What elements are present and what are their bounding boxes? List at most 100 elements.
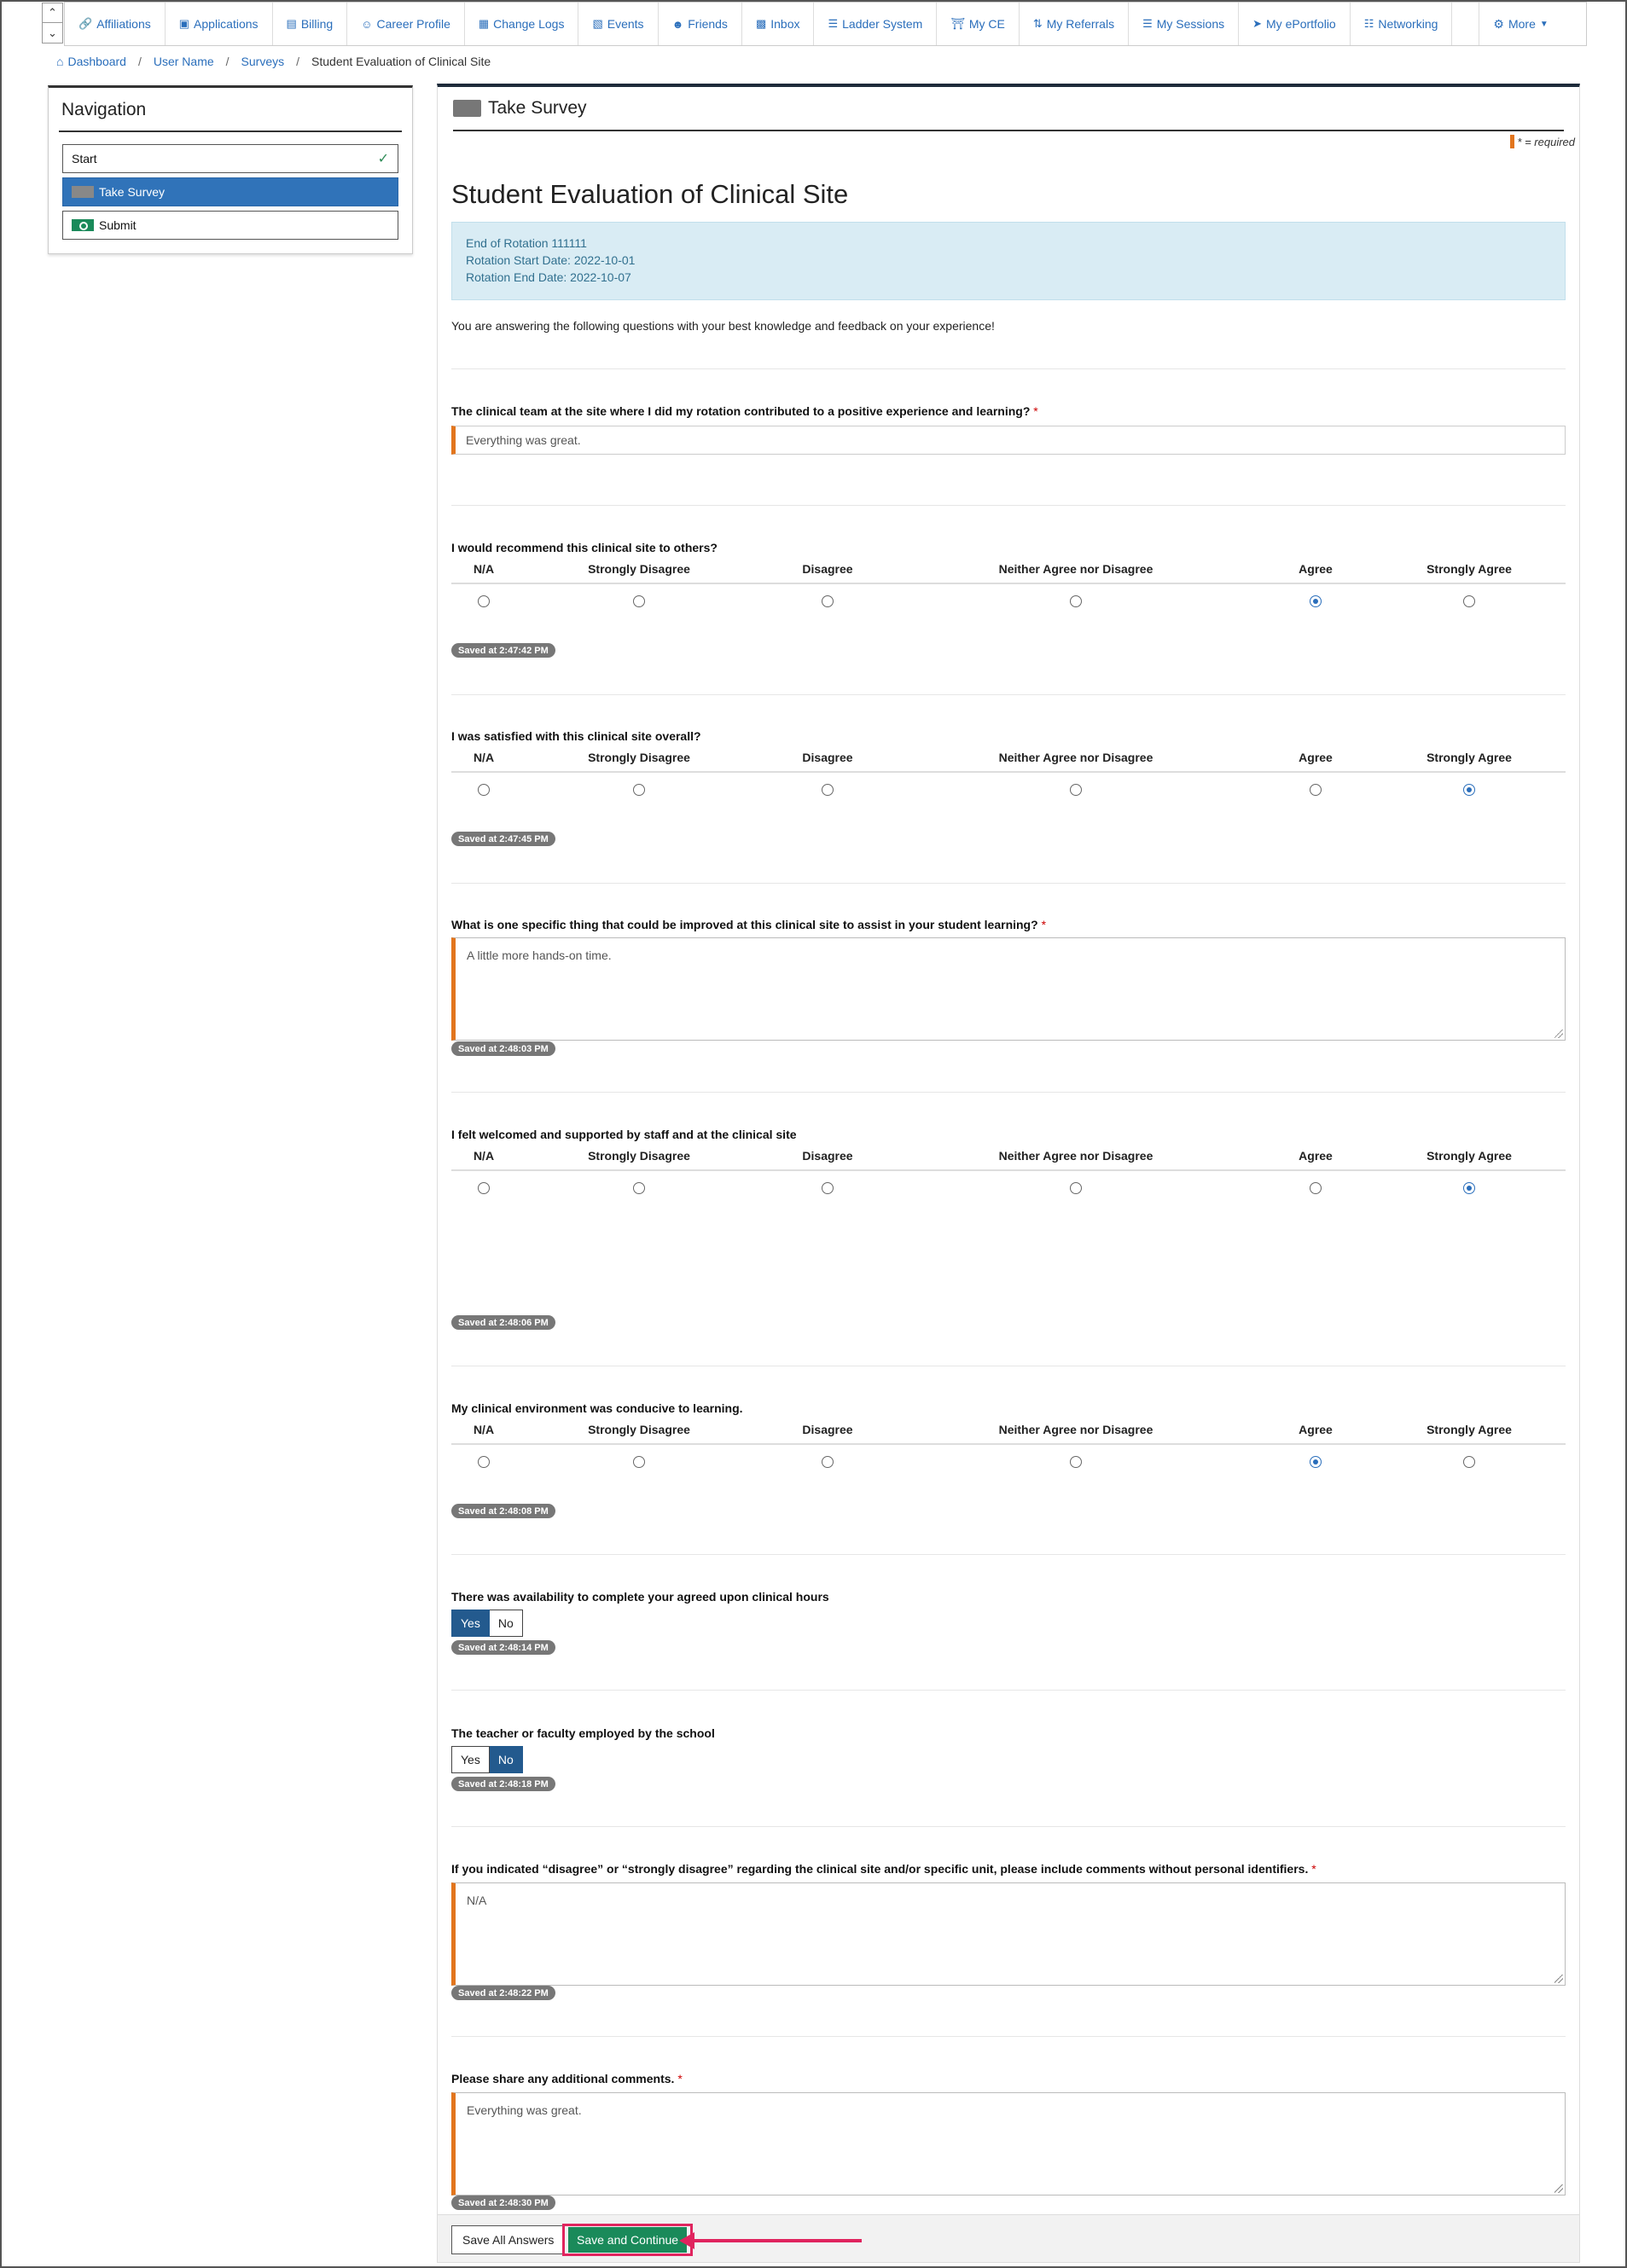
save-all-answers-button[interactable]: Save All Answers xyxy=(451,2225,566,2254)
calendar-icon: ▧ xyxy=(592,17,603,30)
likert-cell xyxy=(1373,1182,1566,1194)
yes-button[interactable]: Yes xyxy=(451,1610,490,1637)
nav-more-dropdown[interactable]: ⚙ More ▼ xyxy=(1479,3,1561,45)
nav-more-label: More xyxy=(1508,17,1536,31)
panel-header: Take Survey xyxy=(453,87,1564,131)
likert-header: N/A Strongly Disagree Disagree Neither A… xyxy=(451,751,1566,773)
radio-agree[interactable] xyxy=(1310,1182,1322,1194)
rotation-end: Rotation End Date: 2022-10-07 xyxy=(466,270,631,284)
nav-career-profile[interactable]: ☺ Career Profile xyxy=(347,3,465,45)
nav-friends[interactable]: ☻ Friends xyxy=(659,3,742,45)
nav-step-start[interactable]: Start ✓ xyxy=(62,144,398,173)
required-legend: * = required xyxy=(1510,135,1575,148)
divider xyxy=(451,1826,1566,1827)
option-disagree: Disagree xyxy=(802,1149,853,1163)
top-navigation: 🔗 Affiliations ▣ Applications ▤ Billing ☺ Ca… xyxy=(64,2,1587,46)
nav-my-referrals[interactable]: ⇅ My Referrals xyxy=(1020,3,1130,45)
navigation-panel: Navigation Start ✓ Take Survey Submit xyxy=(48,85,413,254)
rocket-icon: ➤ xyxy=(1252,17,1263,30)
likert-header: N/A Strongly Disagree Disagree Neither A… xyxy=(451,1423,1566,1445)
yes-button[interactable]: Yes xyxy=(451,1746,490,1773)
q9-textarea[interactable]: N/A xyxy=(451,1882,1566,1986)
option-na: N/A xyxy=(473,751,495,764)
rotation-start: Rotation Start Date: 2022-10-01 xyxy=(466,253,636,267)
required-marker xyxy=(1510,135,1515,148)
radio-strongly-agree[interactable] xyxy=(1463,1456,1475,1468)
nav-my-ce[interactable]: ⛩ My CE xyxy=(937,3,1020,45)
option-strongly-agree: Strongly Agree xyxy=(1427,562,1512,576)
saved-badge: Saved at 2:48:22 PM xyxy=(451,1986,555,2000)
nav-step-label: Start xyxy=(72,152,97,165)
option-disagree: Disagree xyxy=(802,562,853,576)
radio-disagree[interactable] xyxy=(822,1456,834,1468)
radio-disagree[interactable] xyxy=(822,784,834,796)
nav-label: Friends xyxy=(688,17,728,31)
radio-strongly-disagree[interactable] xyxy=(633,595,645,607)
nav-affiliations[interactable]: 🔗 Affiliations xyxy=(65,3,166,45)
radio-strongly-disagree[interactable] xyxy=(633,1456,645,1468)
nav-step-take-survey[interactable]: Take Survey xyxy=(62,177,398,206)
radio-neither-agree-nor-disagree[interactable] xyxy=(1070,784,1082,796)
likert-radios xyxy=(451,773,1566,807)
nav-step-submit[interactable]: Submit xyxy=(62,211,398,240)
scroll-up-icon[interactable]: ⌃ xyxy=(43,3,62,23)
radio-agree[interactable] xyxy=(1310,595,1322,607)
nav-applications[interactable]: ▣ Applications xyxy=(166,3,273,45)
radio-neither-agree-nor-disagree[interactable] xyxy=(1070,1182,1082,1194)
radio-n-a[interactable] xyxy=(478,595,490,607)
no-button[interactable]: No xyxy=(489,1610,523,1637)
nav-my-eportfolio[interactable]: ➤ My ePortfolio xyxy=(1239,3,1351,45)
q10-textarea[interactable]: Everything was great. xyxy=(451,2092,1566,2195)
question-label: My clinical environment was conducive to… xyxy=(451,1401,743,1415)
nav-ladder-system[interactable]: ☰ Ladder System xyxy=(814,3,938,45)
radio-strongly-disagree[interactable] xyxy=(633,1182,645,1194)
nav-change-logs[interactable]: ▦ Change Logs xyxy=(465,3,579,45)
q1-text-input[interactable]: Everything was great. xyxy=(451,426,1566,455)
retweet-icon: ⇅ xyxy=(1032,17,1043,30)
radio-strongly-agree[interactable] xyxy=(1463,784,1475,796)
nav-billing[interactable]: ▤ Billing xyxy=(273,3,348,45)
breadcrumb-surveys[interactable]: Surveys xyxy=(241,55,285,68)
ladder-icon: ☰ xyxy=(828,17,839,30)
link-icon: 🔗 xyxy=(78,17,93,30)
breadcrumb-user-name[interactable]: User Name xyxy=(154,55,214,68)
no-button[interactable]: No xyxy=(489,1746,523,1773)
radio-agree[interactable] xyxy=(1310,784,1322,796)
question-label: If you indicated “disagree” or “strongly… xyxy=(451,1862,1316,1876)
scroll-down-icon[interactable]: ⌄ xyxy=(43,23,62,43)
q7-yes-no-toggle: Yes No xyxy=(451,1610,523,1637)
q4-textarea[interactable]: A little more hands-on time. xyxy=(451,937,1566,1041)
option-na: N/A xyxy=(473,1423,495,1436)
radio-disagree[interactable] xyxy=(822,595,834,607)
nav-networking[interactable]: ☷ Networking xyxy=(1351,3,1453,45)
nav-label: My Sessions xyxy=(1156,17,1225,31)
likert-cell xyxy=(893,595,1258,607)
nav-inbox[interactable]: ▩ Inbox xyxy=(742,3,815,45)
radio-strongly-disagree[interactable] xyxy=(633,784,645,796)
radio-agree[interactable] xyxy=(1310,1456,1322,1468)
save-and-continue-button[interactable]: Save and Continue xyxy=(568,2227,688,2253)
caret-down-icon: ▼ xyxy=(1539,19,1549,29)
radio-strongly-agree[interactable] xyxy=(1463,595,1475,607)
option-strongly-disagree: Strongly Disagree xyxy=(588,751,690,764)
nav-events[interactable]: ▧ Events xyxy=(578,3,659,45)
nav-my-sessions[interactable]: ☰ My Sessions xyxy=(1129,3,1240,45)
question-label: I would recommend this clinical site to … xyxy=(451,541,718,554)
radio-n-a[interactable] xyxy=(478,1456,490,1468)
radio-strongly-agree[interactable] xyxy=(1463,1182,1475,1194)
breadcrumb-dashboard[interactable]: Dashboard xyxy=(67,55,126,68)
likert-cell xyxy=(1373,784,1566,796)
radio-neither-agree-nor-disagree[interactable] xyxy=(1070,1456,1082,1468)
radio-n-a[interactable] xyxy=(478,1182,490,1194)
saved-badge: Saved at 2:48:06 PM xyxy=(451,1315,555,1330)
likert-cell xyxy=(516,1456,762,1468)
users-icon: ☻ xyxy=(671,17,684,31)
likert-cell xyxy=(516,1182,762,1194)
take-survey-panel: Take Survey * = required Student Evaluat… xyxy=(437,84,1580,2263)
radio-disagree[interactable] xyxy=(822,1182,834,1194)
option-disagree: Disagree xyxy=(802,1423,853,1436)
id-card-icon: ▣ xyxy=(178,17,190,30)
radio-neither-agree-nor-disagree[interactable] xyxy=(1070,595,1082,607)
radio-n-a[interactable] xyxy=(478,784,490,796)
option-agree: Agree xyxy=(1299,751,1333,764)
